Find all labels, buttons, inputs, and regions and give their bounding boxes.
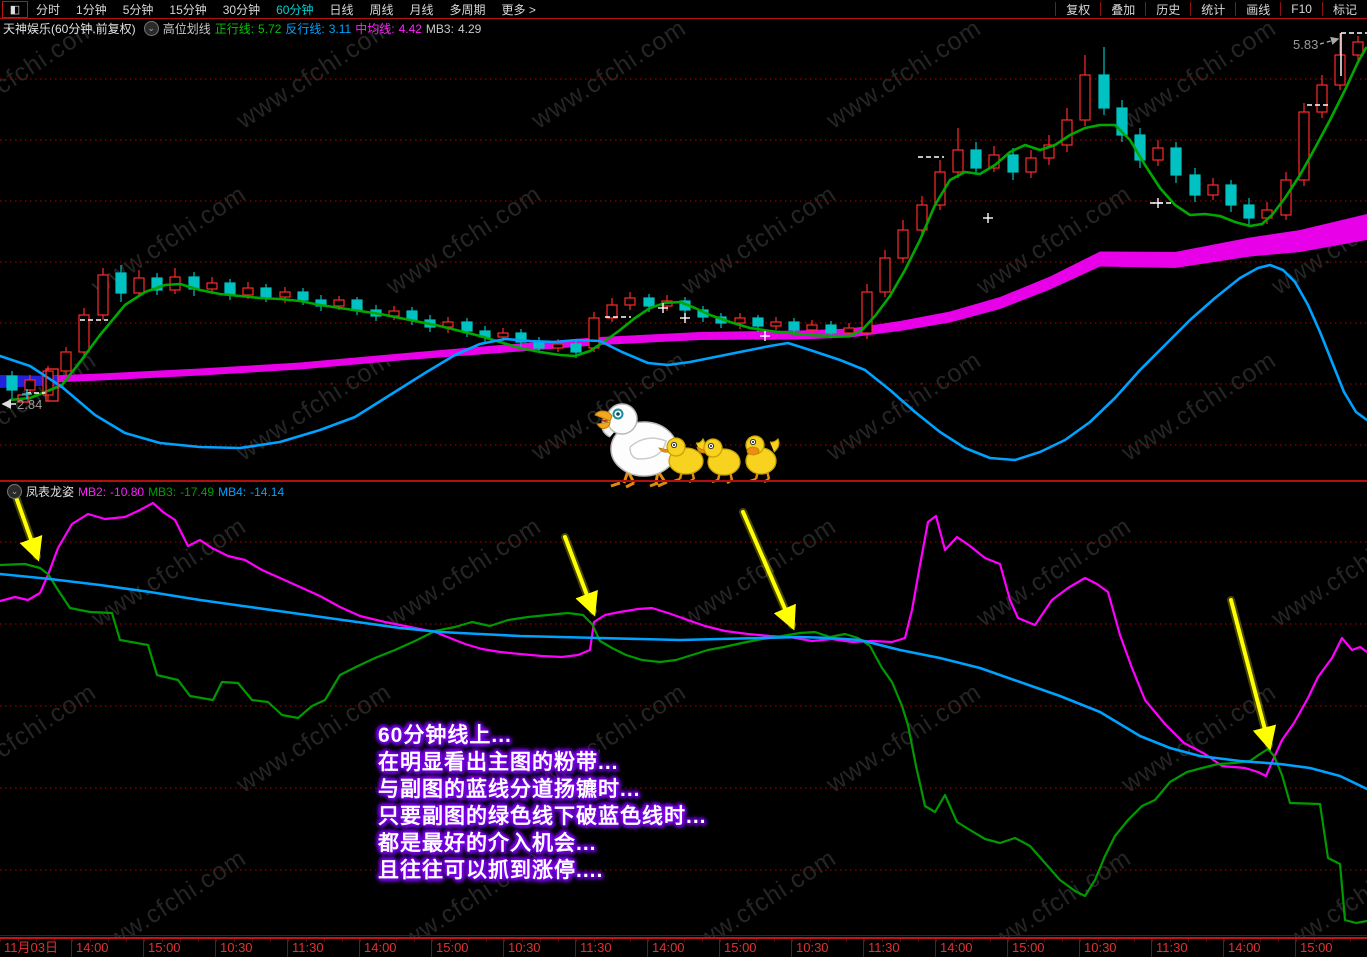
sub-indicator-name[interactable]: 凤表龙姿 [26,483,74,500]
axis-label: 10:30 [791,939,863,957]
price-label-high: 5.83 [1293,37,1319,52]
note-line: 只要副图的绿色线下破蓝色线时... [378,805,707,828]
axis-label: 11:30 [287,939,359,957]
axis-label: 14:00 [359,939,431,957]
field-zhongjunxian-label: 中均线: [355,22,395,36]
tool-f10[interactable]: F10 [1280,2,1322,16]
sub-panel-header: ⌄ 凤表龙姿 MB2: -10.80 MB3: -17.49 MB4: -14.… [3,483,288,500]
axis-label: 15:00 [1007,939,1079,957]
note-line: 60分钟线上... [378,724,512,747]
axis-label: 11:30 [863,939,935,957]
window-split-icon[interactable]: ◧ [2,0,28,18]
main-panel-header: 天神娱乐(60分钟.前复权) ⌄ 高位划线 正行线: 5.72 反行线: 3.1… [3,20,485,37]
axis-label: 11:30 [1151,939,1223,957]
field-fanxingxian-value: 3.11 [328,21,352,36]
field-mb3-value: -17.49 [180,484,215,499]
field-zhengxingxian-value: 5.72 [258,21,282,36]
axis-label: 14:00 [71,939,143,957]
tab-30min[interactable]: 30分钟 [215,1,268,18]
note-line: 且往往可以抓到涨停.... [378,859,604,882]
note-line: 与副图的蓝线分道扬镳时... [378,778,641,801]
field-mb2-label: MB2: [78,484,107,499]
axis-label: 14:00 [1223,939,1295,957]
axis-label: 10:30 [503,939,575,957]
field-fanxingxian-label: 反行线: [285,22,325,36]
tab-weekly[interactable]: 周线 [361,1,401,18]
axis-label: 15:00 [719,939,791,957]
tool-overlay[interactable]: 叠加 [1100,2,1145,17]
tool-mark[interactable]: 标记 [1321,2,1367,17]
axis-label: 15:00 [143,939,215,957]
note-line: 都是最好的介入机会... [378,832,597,855]
axis-divider [0,935,1367,936]
tab-daily[interactable]: 日线 [321,1,361,18]
annotation-note: 60分钟线上... 在明显看出主图的粉带... 与副图的蓝线分道扬镳时... 只… [378,722,707,884]
axis-label: 15:00 [431,939,503,957]
instrument-title: 天神娱乐(60分钟.前复权) [3,22,136,36]
note-line: 在明显看出主图的粉带... [378,751,619,774]
ducks-image [594,403,780,489]
tab-more[interactable]: 更多 > [494,1,544,18]
tool-drawline[interactable]: 画线 [1235,2,1280,17]
tab-5min[interactable]: 5分钟 [115,1,162,18]
collapse-icon[interactable]: ⌄ [143,21,159,36]
tab-monthly[interactable]: 月线 [402,1,442,18]
field-mb4-label: MB4: [218,484,247,499]
tool-stats[interactable]: 统计 [1190,2,1235,17]
right-toolbar: 复权 叠加 历史 统计 画线 F10 标记 [1055,0,1367,18]
tool-fuquan[interactable]: 复权 [1055,2,1100,17]
top-toolbar: ◧ 分时 1分钟 5分钟 15分钟 30分钟 60分钟 日线 周线 月线 多周期… [0,0,1367,19]
price-label-low: 2.84 [17,397,43,412]
axis-label: 10:30 [215,939,287,957]
axis-label: 15:00 [1295,939,1367,957]
time-axis: 11月03日 14:00 15:00 10:30 11:30 14:00 15:… [0,937,1367,957]
tab-multi-period[interactable]: 多周期 [442,1,494,18]
indicator-name[interactable]: 高位划线 [163,20,211,37]
axis-label: 11:30 [575,939,647,957]
field-mb3-label: MB3: [425,21,454,36]
collapse-icon[interactable]: ⌄ [7,484,22,499]
axis-label: 14:00 [647,939,719,957]
field-mb3-value: 4.29 [457,21,482,36]
app-window: www.cfchi.com www.cfchi.com www.cfchi.com w… [0,0,1367,957]
axis-label: 11月03日 [0,939,71,957]
field-zhongjunxian-value: 4.42 [398,21,422,36]
field-zhengxingxian-label: 正行线: [214,22,255,36]
axis-label: 10:30 [1079,939,1151,957]
period-tabs: 分时 1分钟 5分钟 15分钟 30分钟 60分钟 日线 周线 月线 多周期 更… [28,1,544,18]
tab-fenshi[interactable]: 分时 [28,1,68,18]
field-mb3-label: MB3: [148,484,177,499]
panel-divider[interactable] [0,480,1367,482]
tab-1min[interactable]: 1分钟 [68,1,115,18]
tab-60min[interactable]: 60分钟 [268,1,321,18]
tab-15min[interactable]: 15分钟 [161,1,214,18]
axis-label: 14:00 [935,939,1007,957]
field-mb4-value: -14.14 [250,484,285,499]
field-mb2-value: -10.80 [110,484,145,499]
tool-history[interactable]: 历史 [1145,2,1190,17]
